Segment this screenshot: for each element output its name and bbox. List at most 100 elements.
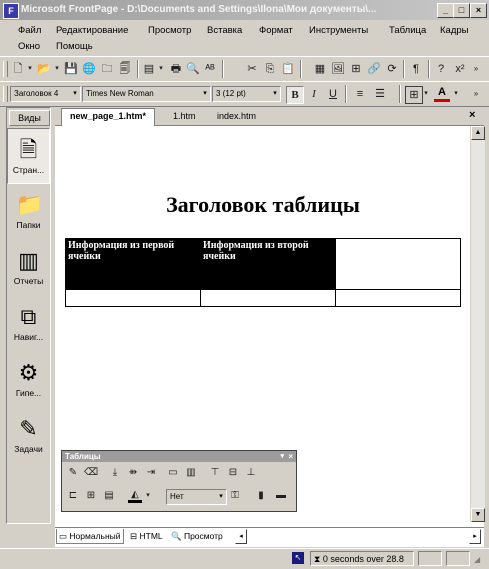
align-top-icon[interactable]: ⊤ bbox=[208, 466, 222, 480]
insert-picture-icon[interactable]: 🖼 bbox=[330, 61, 346, 77]
help-icon[interactable]: ? bbox=[433, 61, 449, 77]
menu-help[interactable]: Помощь bbox=[56, 41, 93, 52]
print-preview-icon[interactable]: 🗐 bbox=[117, 61, 133, 77]
minimize-button[interactable]: _ bbox=[437, 3, 454, 18]
publish-icon[interactable]: 🌐 bbox=[81, 61, 97, 77]
save-icon[interactable]: 💾 bbox=[63, 61, 79, 77]
show-all-paragraph-icon[interactable]: ¶ bbox=[408, 61, 424, 77]
numbering-icon[interactable]: ☰ bbox=[372, 86, 388, 102]
tables-toolbar-title[interactable]: Таблицы ▾ × bbox=[62, 451, 296, 462]
web-component-icon[interactable]: ⊞ bbox=[348, 61, 364, 77]
table-autoformat-icon[interactable]: ▤ bbox=[102, 489, 116, 503]
table-cell[interactable] bbox=[335, 238, 461, 290]
table-cell[interactable] bbox=[200, 289, 336, 307]
menu-view[interactable]: Просмотр bbox=[148, 25, 191, 36]
borders-icon[interactable]: ⊞ bbox=[405, 86, 423, 104]
menu-insert[interactable]: Вставка bbox=[207, 25, 242, 36]
frontpage-app-icon[interactable]: F bbox=[3, 3, 19, 19]
component-dropdown-chevron-icon[interactable]: ▾ bbox=[157, 61, 165, 77]
tab-index-htm[interactable]: index.htm bbox=[209, 109, 264, 124]
align-center-icon[interactable]: ≡ bbox=[352, 86, 368, 102]
view-reports[interactable]: ▥ Отчеты bbox=[7, 240, 50, 296]
cut-icon[interactable]: ✂ bbox=[244, 61, 260, 77]
font-dropdown-chevron-icon[interactable]: ▾ bbox=[200, 87, 210, 101]
menu-format[interactable]: Формат bbox=[259, 25, 293, 36]
menu-edit[interactable]: Редактирование bbox=[56, 25, 128, 36]
fill-color-dropdown-chevron-icon[interactable]: ▾ bbox=[144, 489, 152, 503]
size-combo[interactable]: 3 (12 pt) ▾ bbox=[212, 86, 281, 102]
toolbar-options-chevron-icon[interactable]: ▾ bbox=[280, 451, 284, 462]
size-dropdown-chevron-icon[interactable]: ▾ bbox=[270, 87, 280, 101]
toolbar-grip[interactable] bbox=[3, 86, 8, 102]
eraser-icon[interactable]: ⌫ bbox=[84, 466, 98, 480]
font-combo[interactable]: Times New Roman ▾ bbox=[82, 86, 211, 102]
spelling-icon[interactable]: ᴬᴮ bbox=[202, 61, 218, 77]
autoformat-dropdown-chevron-icon[interactable]: ▾ bbox=[216, 490, 226, 504]
view-page[interactable]: 🗎 Стран... bbox=[7, 128, 50, 184]
open-dropdown-chevron-icon[interactable]: ▾ bbox=[53, 61, 61, 77]
page-heading[interactable]: Заголовок таблицы bbox=[56, 192, 470, 218]
preview-in-browser-icon[interactable]: 🔍 bbox=[185, 61, 201, 77]
hyperlink-icon[interactable]: 🔗 bbox=[366, 61, 382, 77]
font-color-dropdown-chevron-icon[interactable]: ▾ bbox=[452, 86, 460, 102]
insert-table-icon[interactable]: ▦ bbox=[312, 61, 328, 77]
distribute-columns-icon[interactable]: ⊞ bbox=[84, 489, 98, 503]
bold-button[interactable]: B bbox=[286, 86, 304, 104]
view-navigation[interactable]: ⧉ Навиг... bbox=[7, 296, 50, 352]
insert-rows-icon[interactable]: ⤓ bbox=[108, 466, 122, 480]
fill-down-icon[interactable]: ▮ bbox=[254, 489, 268, 503]
menu-file[interactable]: Файл bbox=[18, 25, 41, 36]
scroll-up-icon[interactable]: ▲ bbox=[471, 126, 485, 140]
style-combo[interactable]: Заголовок 4 ▾ bbox=[10, 86, 81, 102]
menu-frames[interactable]: Кадры bbox=[440, 25, 468, 36]
scroll-left-icon[interactable]: ◂ bbox=[235, 529, 247, 544]
folder-list-icon[interactable]: 🗀 bbox=[99, 61, 115, 77]
close-toolbar-icon[interactable]: × bbox=[288, 451, 293, 462]
insert-columns-icon[interactable]: ⇻ bbox=[126, 466, 140, 480]
scroll-right-icon[interactable]: ▸ bbox=[469, 529, 481, 544]
draw-table-pencil-icon[interactable]: ✎ bbox=[66, 466, 80, 480]
tab-new-page-1[interactable]: new_page_1.htm* bbox=[61, 108, 156, 126]
delete-cells-icon[interactable]: ⇥ bbox=[144, 466, 158, 480]
copy-icon[interactable]: ⎘ bbox=[262, 61, 278, 77]
resize-grip-icon[interactable]: ◢ bbox=[474, 555, 480, 564]
content-table[interactable]: Информация из первой ячейки Информация и… bbox=[65, 238, 461, 307]
new-dropdown-chevron-icon[interactable]: ▾ bbox=[26, 61, 34, 77]
autoformat-combo[interactable]: Нет ▾ bbox=[166, 489, 227, 505]
menu-tools[interactable]: Инструменты bbox=[309, 25, 368, 36]
maximize-button[interactable]: □ bbox=[453, 3, 470, 18]
italic-button[interactable]: I bbox=[306, 86, 322, 102]
close-window-button[interactable]: × bbox=[470, 3, 487, 18]
tab-normal[interactable]: ▭ Нормальный bbox=[56, 529, 124, 544]
table-cell[interactable]: Информация из второй ячейки bbox=[200, 238, 336, 290]
vertical-scrollbar[interactable]: ▲ ▼ bbox=[470, 126, 485, 522]
merge-cells-icon[interactable]: ▭ bbox=[166, 466, 180, 480]
toolbar-overflow-icon[interactable]: » bbox=[470, 61, 482, 77]
tab-preview[interactable]: 🔍 Просмотр bbox=[169, 529, 225, 543]
new-page-icon[interactable]: 🗋 bbox=[10, 61, 26, 77]
superscript-icon[interactable]: x² bbox=[452, 61, 468, 77]
align-bottom-icon[interactable]: ⊥ bbox=[244, 466, 258, 480]
view-tasks[interactable]: ✎ Задачи bbox=[7, 408, 50, 464]
table-cell[interactable] bbox=[65, 289, 201, 307]
refresh-icon[interactable]: ⟳ bbox=[384, 61, 400, 77]
paste-icon[interactable]: 📋 bbox=[280, 61, 296, 77]
tab-1-htm[interactable]: 1.htm bbox=[165, 109, 204, 124]
toolbar-grip[interactable] bbox=[3, 61, 8, 77]
menu-window[interactable]: Окно bbox=[18, 41, 40, 52]
font-color-icon[interactable]: A bbox=[434, 86, 450, 102]
fill-color-icon[interactable]: ◭ bbox=[128, 489, 142, 503]
center-vertically-icon[interactable]: ⊟ bbox=[226, 466, 240, 480]
print-icon[interactable]: 🖶 bbox=[168, 61, 184, 77]
table-cell[interactable] bbox=[335, 289, 461, 307]
underline-button[interactable]: U bbox=[325, 86, 341, 102]
style-dropdown-chevron-icon[interactable]: ▾ bbox=[70, 87, 80, 101]
view-hyperlinks[interactable]: ⚙ Гипе... bbox=[7, 352, 50, 408]
open-folder-icon[interactable]: 📂 bbox=[36, 61, 52, 77]
menu-table[interactable]: Таблица bbox=[389, 25, 426, 36]
scroll-down-icon[interactable]: ▼ bbox=[471, 508, 485, 522]
borders-dropdown-chevron-icon[interactable]: ▾ bbox=[422, 86, 430, 102]
tab-html[interactable]: ⊟ HTML bbox=[128, 529, 165, 543]
table-properties-icon[interactable]: ⚿ bbox=[228, 489, 242, 503]
fill-right-icon[interactable]: ▬ bbox=[274, 489, 288, 503]
